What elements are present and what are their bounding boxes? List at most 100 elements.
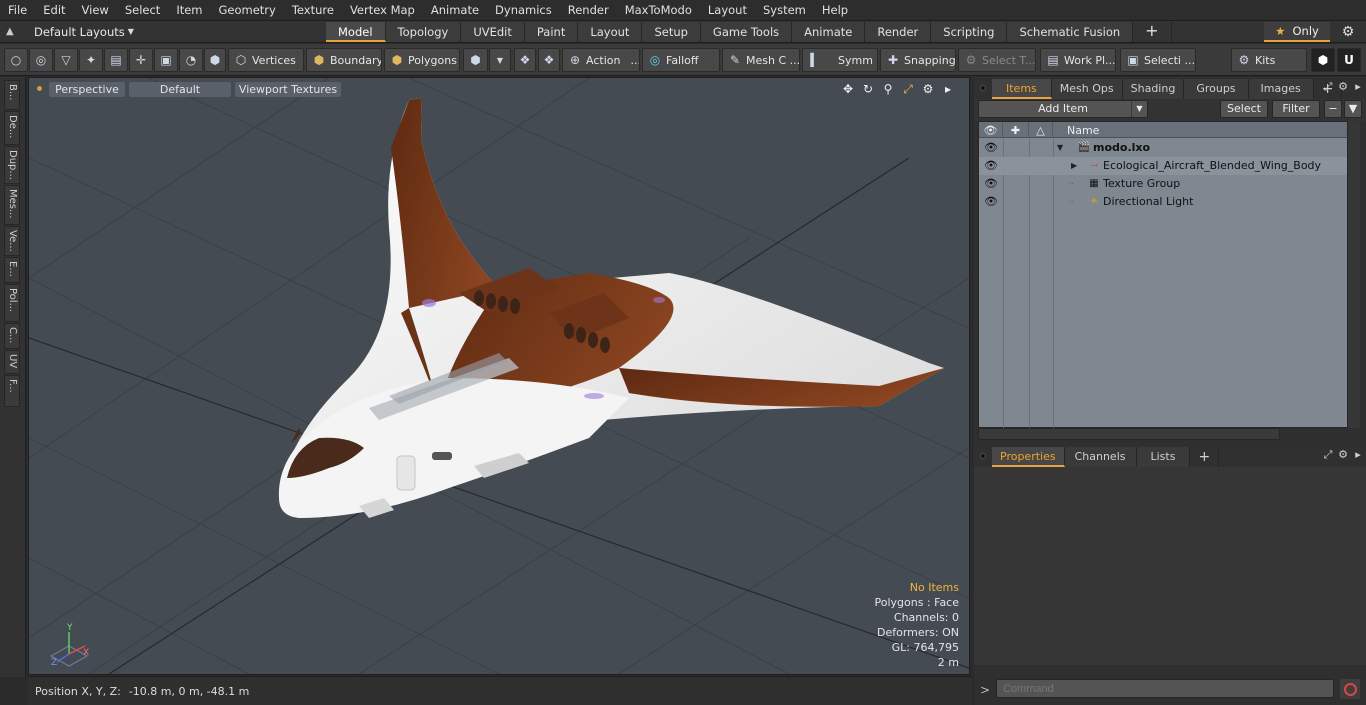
expand-arrow-icon[interactable]: ▼	[1057, 142, 1067, 154]
select-circle-button[interactable]: ○	[4, 48, 28, 72]
select-through-button[interactable]: ⚙ Select T...	[958, 48, 1036, 72]
polygons-button[interactable]: ⬢ Polygons	[384, 48, 460, 72]
play-icon[interactable]: ▸	[1351, 448, 1365, 464]
tab-items[interactable]: Items	[992, 79, 1052, 99]
3d-viewport[interactable]: Y X Z Perspective Default Viewport Textu…	[28, 77, 970, 675]
left-tab-mesh[interactable]: Mes...	[4, 185, 20, 225]
pen-button[interactable]: ▽	[54, 48, 78, 72]
mesh-constraints-button[interactable]: ✎ Mesh C ...	[722, 48, 800, 72]
panel-menu-dot[interactable]	[974, 445, 992, 467]
material-button[interactable]: ⬢	[463, 48, 488, 72]
menu-select[interactable]: Select	[117, 0, 168, 21]
shading-dropdown[interactable]: Viewport Textures	[235, 82, 341, 97]
tab-properties[interactable]: Properties	[992, 447, 1065, 467]
tab-layout[interactable]: Layout	[578, 22, 643, 42]
snapping-button[interactable]: ✚ Snapping	[880, 48, 956, 72]
menu-animate[interactable]: Animate	[423, 0, 487, 21]
left-tab-curve[interactable]: C...	[4, 323, 20, 349]
menu-texture[interactable]: Texture	[284, 0, 342, 21]
eye-icon[interactable]: 👁	[984, 159, 998, 173]
aircraft-model[interactable]	[278, 98, 944, 518]
panel-menu-dot[interactable]	[974, 77, 992, 99]
falloff-button[interactable]: ◎ Falloff	[642, 48, 720, 72]
viewport-menu-dot[interactable]	[37, 86, 42, 91]
add-tab-icon[interactable]: +	[1190, 447, 1220, 467]
tab-paint[interactable]: Paint	[524, 22, 579, 42]
menu-render[interactable]: Render	[560, 0, 617, 21]
tab-shading[interactable]: Shading	[1122, 79, 1185, 99]
eye-icon[interactable]: 👁	[984, 141, 998, 155]
menu-maxtomodo[interactable]: MaxToModo	[617, 0, 700, 21]
tab-schematic-fusion[interactable]: Schematic Fusion	[1007, 22, 1134, 42]
globe-button[interactable]: ◎	[29, 48, 53, 72]
kits-button[interactable]: ⚙ Kits	[1231, 48, 1307, 72]
unity-button[interactable]: ⬢	[1311, 48, 1335, 72]
tree-horizontal-scrollbar[interactable]	[978, 428, 1280, 440]
tree-row-mesh[interactable]: 👁 ▶ ⤙ Ecological_Aircraft_Blended_Wing_B…	[979, 157, 1347, 175]
tab-mesh-ops[interactable]: Mesh Ops	[1051, 79, 1123, 99]
render-column-icon[interactable]: △	[1029, 122, 1053, 138]
left-tab-deform[interactable]: De...	[4, 111, 20, 145]
tab-scripting[interactable]: Scripting	[931, 22, 1008, 42]
add-item-button[interactable]: Add Item ▼	[978, 100, 1148, 118]
pan-icon[interactable]: ✥	[841, 81, 855, 97]
zoom-icon[interactable]: ⚲	[881, 81, 895, 97]
settings-icon[interactable]: ⚙	[921, 81, 935, 97]
menu-view[interactable]: View	[74, 0, 117, 21]
filter-button[interactable]: Filter	[1272, 100, 1320, 118]
only-toggle[interactable]: ★ Only	[1264, 22, 1330, 42]
eye-icon[interactable]: 👁	[984, 177, 998, 191]
tree-row-light[interactable]: 👁 ·· ☀ Directional Light	[979, 193, 1347, 211]
lock-column-icon[interactable]: ✚	[1003, 122, 1029, 138]
menu-geometry[interactable]: Geometry	[211, 0, 284, 21]
menu-dynamics[interactable]: Dynamics	[487, 0, 560, 21]
visibility-column-icon[interactable]: 👁	[979, 122, 1003, 138]
material-dropdown[interactable]: ▼	[489, 48, 511, 72]
funnel-icon[interactable]: ▼	[1344, 100, 1362, 118]
tab-lists[interactable]: Lists	[1136, 447, 1191, 467]
menu-vertex-map[interactable]: Vertex Map	[342, 0, 423, 21]
left-tab-edge[interactable]: E...	[4, 257, 20, 283]
tab-render[interactable]: Render	[865, 22, 932, 42]
chevron-down-icon[interactable]: ▼	[1131, 101, 1147, 117]
left-tab-basic[interactable]: B...	[4, 80, 20, 110]
left-tab-vertex[interactable]: Ve...	[4, 226, 20, 256]
tab-images[interactable]: Images	[1248, 79, 1314, 99]
style-dropdown[interactable]: Default	[129, 82, 231, 97]
gear-icon[interactable]: ⚙	[1336, 80, 1350, 96]
tab-uvedit[interactable]: UVEdit	[461, 22, 525, 42]
action-center-button[interactable]: ⊕ Action...	[562, 48, 640, 72]
tree-row-scene[interactable]: 👁 ▼ 🎬 modo.lxo	[979, 139, 1347, 157]
brush-button[interactable]: ✦	[79, 48, 103, 72]
maximize-icon[interactable]: ⤢	[901, 81, 915, 97]
tab-game-tools[interactable]: Game Tools	[700, 22, 793, 42]
projection-dropdown[interactable]: Perspective	[49, 82, 125, 97]
menu-file[interactable]: File	[0, 0, 35, 21]
collapse-button[interactable]: −	[1324, 100, 1342, 118]
left-tab-uv[interactable]: UV	[4, 350, 20, 374]
orbit-icon[interactable]: ↻	[861, 81, 875, 97]
transform-button[interactable]: ✛	[129, 48, 153, 72]
expand-arrow-icon[interactable]: ▶	[1071, 160, 1081, 172]
add-tab-icon[interactable]: +	[1133, 22, 1172, 42]
eye-icon[interactable]: 👁	[984, 195, 998, 209]
items-tree[interactable]: 👁 ✚ △ Name 👁 ▼ 🎬 modo.lxo 👁 ▶ ⤙ Ecologic…	[978, 121, 1348, 428]
menu-item[interactable]: Item	[168, 0, 210, 21]
tab-setup[interactable]: Setup	[642, 22, 701, 42]
tab-groups[interactable]: Groups	[1184, 79, 1249, 99]
gear-icon[interactable]: ⚙	[1336, 448, 1350, 464]
command-input[interactable]	[996, 679, 1334, 698]
tab-topology[interactable]: Topology	[385, 22, 462, 42]
vertices-button[interactable]: ⬡ Vertices	[228, 48, 304, 72]
layout-selector[interactable]: ▲ Default Layouts ▼	[0, 21, 150, 43]
menu-layout[interactable]: Layout	[700, 0, 755, 21]
select-button[interactable]: Select	[1220, 100, 1268, 118]
menu-edit[interactable]: Edit	[35, 0, 73, 21]
play-icon[interactable]: ▸	[941, 81, 955, 97]
name-column[interactable]: Name	[1053, 122, 1347, 138]
left-tab-fusion[interactable]: F...	[4, 375, 20, 407]
tree-row-texture-group[interactable]: 👁 ·· ▦ Texture Group	[979, 175, 1347, 193]
tree-vertical-scrollbar[interactable]	[1348, 121, 1360, 428]
rotate-button[interactable]: ◔	[179, 48, 203, 72]
item-mode-button[interactable]: ⬢	[204, 48, 226, 72]
